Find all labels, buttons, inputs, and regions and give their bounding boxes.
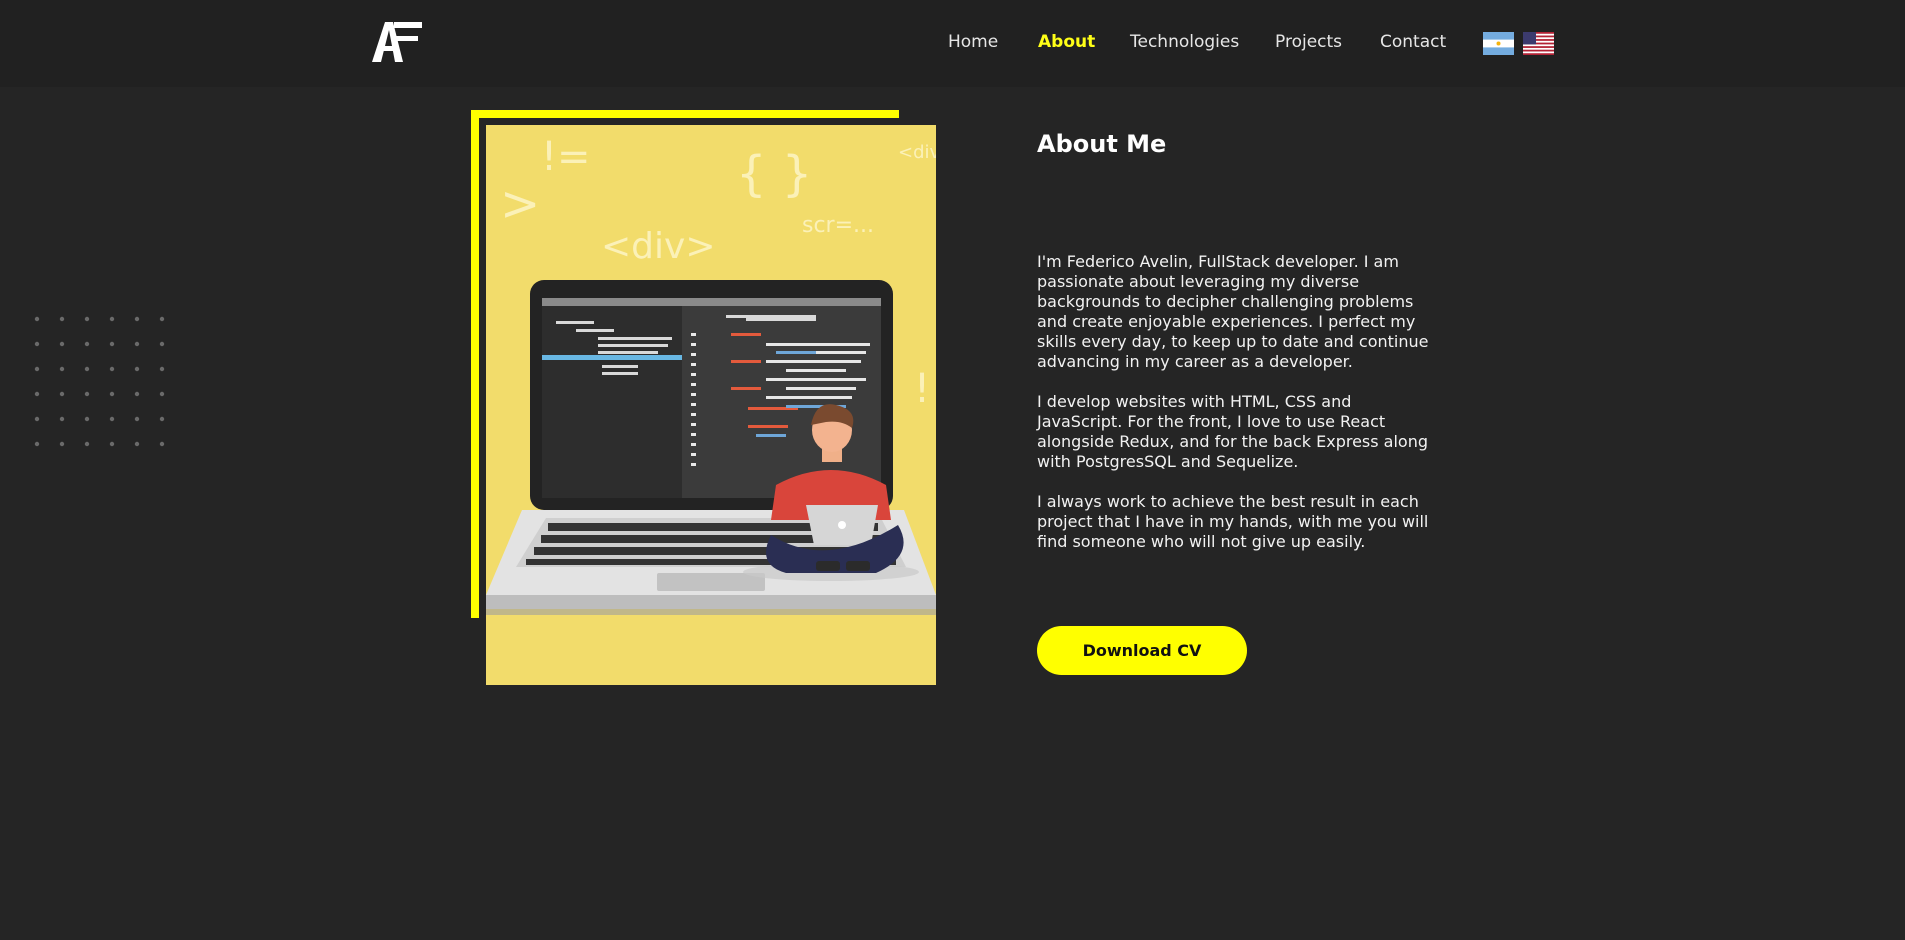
about-paragraph-3: I always work to achieve the best result…: [1037, 492, 1429, 551]
glyph-neq: !=: [541, 134, 591, 180]
nav-projects[interactable]: Projects: [1275, 32, 1342, 52]
frame-line-left: [471, 110, 479, 618]
about-paragraph-2: I develop websites with HTML, CSS and Ja…: [1037, 392, 1429, 471]
glyph-scr: scr=...: [802, 213, 874, 238]
nav-about[interactable]: About: [1038, 32, 1095, 52]
glyph-bang: !: [914, 366, 930, 412]
usa-flag-icon[interactable]: [1523, 32, 1554, 55]
laptop-developer-image: != { } <div > scr=... <div> !: [486, 134, 936, 615]
about-paragraph-1: I'm Federico Avelin, FullStack developer…: [1037, 252, 1429, 371]
nav-contact[interactable]: Contact: [1380, 32, 1446, 52]
page: AF Home About Technologies Projects Cont…: [0, 0, 1905, 940]
frame-line-top: [471, 110, 899, 118]
about-title: About Me: [1037, 130, 1167, 158]
glyph-gt: >: [500, 176, 540, 232]
argentina-flag-icon[interactable]: [1483, 32, 1514, 55]
glyph-div-small: <div: [898, 142, 936, 163]
dot-grid-decoration: [34, 316, 165, 447]
glyph-div: <div>: [601, 226, 716, 267]
glyph-braces: { }: [736, 146, 812, 202]
main-nav: Home About Technologies Projects Contact: [0, 32, 1905, 56]
nav-home[interactable]: Home: [948, 32, 998, 52]
download-cv-button[interactable]: Download CV: [1037, 626, 1247, 675]
developer-illustration: != { } <div > scr=... <div> !: [486, 125, 936, 685]
nav-technologies[interactable]: Technologies: [1130, 32, 1239, 52]
header: AF Home About Technologies Projects Cont…: [0, 0, 1905, 87]
